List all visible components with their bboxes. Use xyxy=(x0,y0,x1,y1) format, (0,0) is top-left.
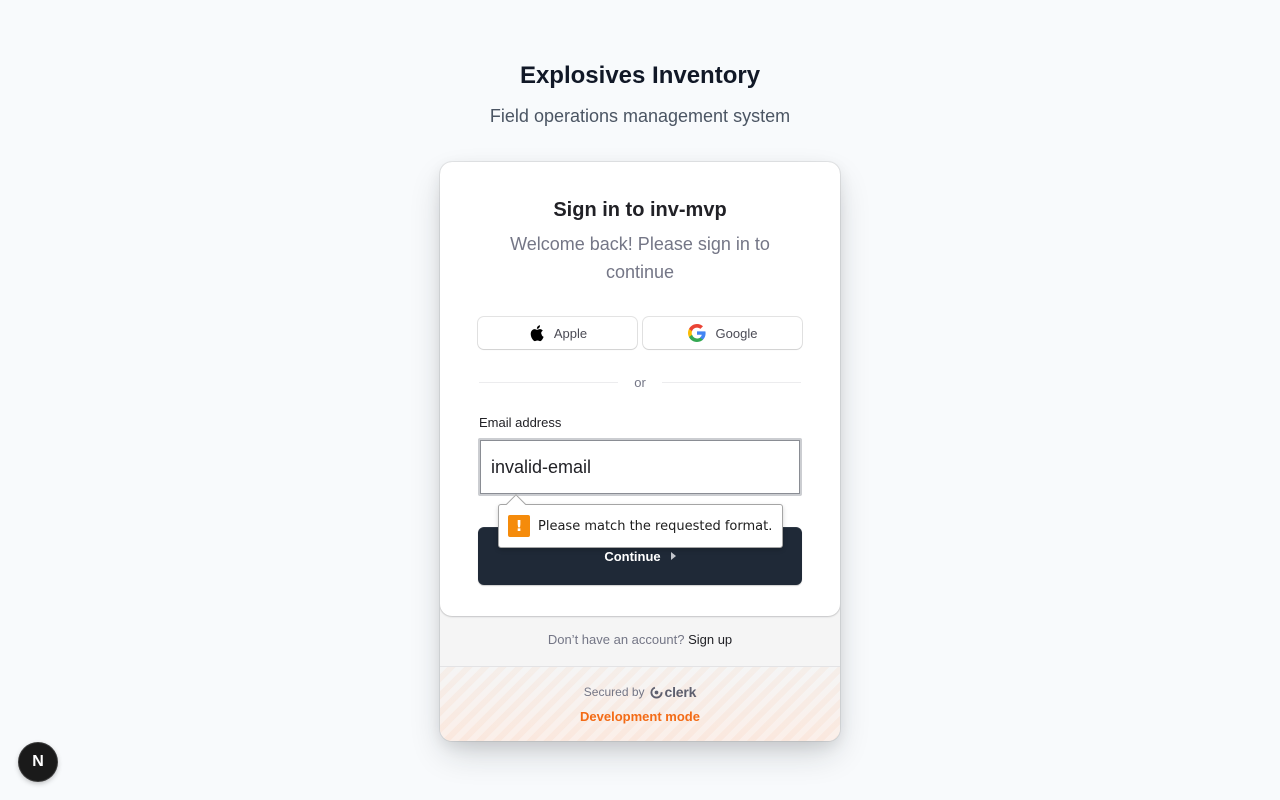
secured-by: Secured by clerk xyxy=(440,684,840,700)
dev-mode-footer: Secured by clerk Development mode xyxy=(440,667,840,741)
divider-text: or xyxy=(634,374,646,390)
caret-right-icon xyxy=(670,552,676,560)
or-divider: or xyxy=(479,372,801,392)
google-label: Google xyxy=(715,325,758,341)
card-title: Sign in to inv-mvp xyxy=(553,199,727,221)
validation-message: Please match the requested format. xyxy=(538,518,773,534)
clerk-icon xyxy=(649,685,663,699)
apple-signin-button[interactable]: Apple xyxy=(478,317,637,349)
nextjs-dev-badge[interactable]: N xyxy=(19,743,57,781)
validation-tooltip: ! Please match the requested format. xyxy=(498,494,783,548)
development-mode-label: Development mode xyxy=(580,709,700,724)
signup-prompt: Don’t have an account? Sign up xyxy=(440,632,840,647)
page-subtitle: Field operations management system xyxy=(489,106,791,126)
continue-label: Continue xyxy=(604,548,661,564)
page-title: Explosives Inventory xyxy=(519,62,761,89)
divider-line-right xyxy=(661,381,801,383)
clerk-wordmark: clerk xyxy=(664,684,697,700)
card-subtitle: Welcome back! Please sign in to continue xyxy=(510,234,770,282)
apple-icon xyxy=(528,324,544,342)
divider-line-left xyxy=(479,381,619,383)
sign-up-link[interactable]: Sign up xyxy=(688,632,732,647)
apple-label: Apple xyxy=(553,325,588,341)
clerk-logo[interactable]: clerk xyxy=(649,684,697,700)
google-signin-button[interactable]: Google xyxy=(643,317,802,349)
secured-by-text: Secured by xyxy=(583,685,645,699)
no-account-text: Don’t have an account? xyxy=(547,632,685,647)
signin-card-container: Sign in to inv-mvp Welcome back! Please … xyxy=(440,162,840,741)
warning-icon: ! xyxy=(508,515,530,537)
email-label: Email address xyxy=(479,415,562,430)
email-field[interactable] xyxy=(478,438,802,496)
google-icon xyxy=(687,324,706,342)
